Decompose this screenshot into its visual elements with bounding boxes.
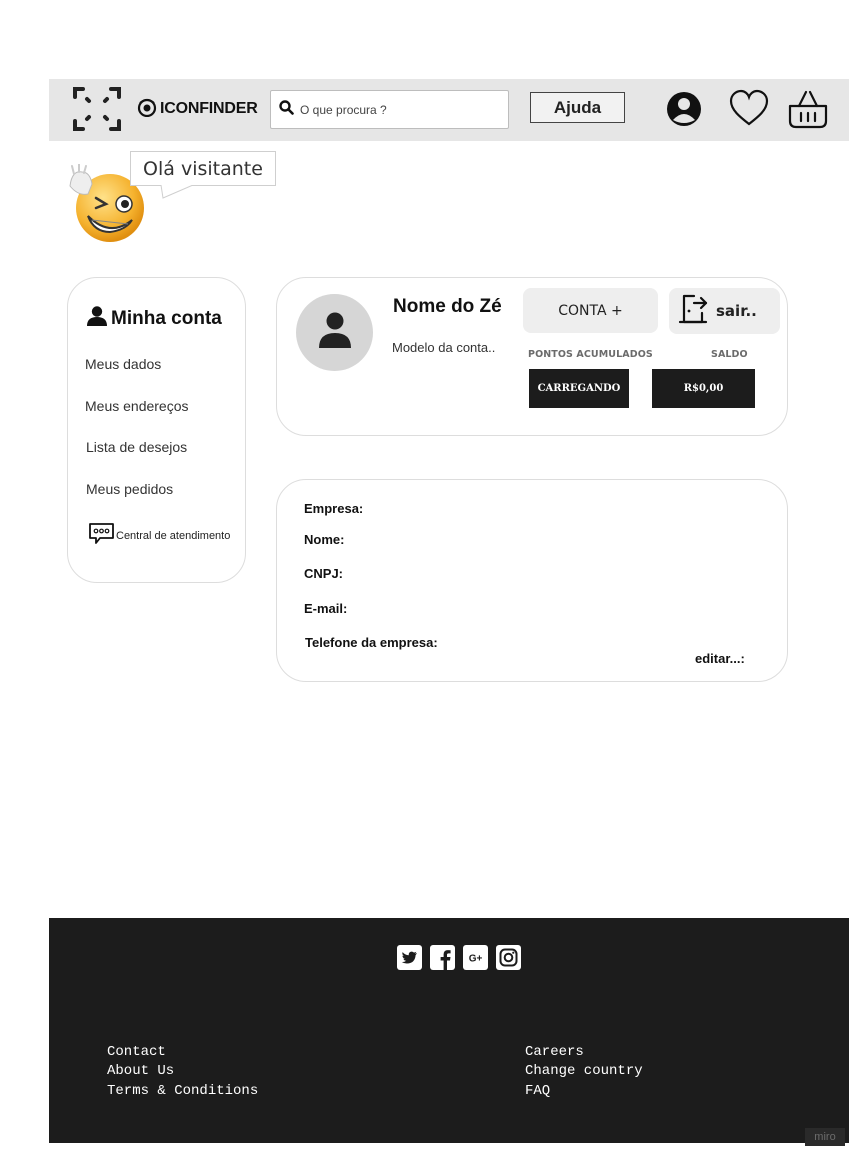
logo-text: ICONFINDER: [160, 100, 258, 117]
points-label: PONTOS ACUMULADOS: [528, 349, 653, 360]
site-footer: G+ Contact About Us Terms & Conditions C…: [49, 918, 849, 1143]
user-icon: [86, 305, 108, 333]
footer-link-faq[interactable]: FAQ: [525, 1082, 550, 1102]
search-icon: [279, 99, 294, 120]
profile-name: Nome do Zé: [393, 296, 502, 317]
edit-company-link[interactable]: editar...:: [695, 651, 745, 666]
social-links: G+: [397, 945, 521, 970]
scan-frame-icon[interactable]: [69, 82, 125, 136]
sidebar-item-lista-de-desejos[interactable]: Lista de desejos: [86, 439, 187, 455]
avatar-person-icon: [317, 310, 353, 355]
points-value: CARREGANDO: [529, 369, 629, 408]
iconfinder-logo[interactable]: ICONFINDER: [137, 98, 258, 120]
avatar: [296, 294, 373, 371]
footer-link-change-country[interactable]: Change country: [525, 1062, 643, 1082]
facebook-icon[interactable]: [430, 945, 455, 970]
user-account-icon[interactable]: [665, 90, 703, 128]
footer-link-contact[interactable]: Contact: [107, 1043, 166, 1063]
twitter-icon[interactable]: [397, 945, 422, 970]
search-input[interactable]: [300, 102, 500, 117]
heart-icon[interactable]: [728, 89, 770, 129]
footer-link-about-us[interactable]: About Us: [107, 1062, 174, 1082]
search-bar[interactable]: [270, 90, 509, 129]
sidebar-item-meus-pedidos[interactable]: Meus pedidos: [86, 481, 173, 497]
company-field-cnpj: CNPJ:: [304, 566, 344, 581]
help-button[interactable]: Ajuda: [530, 92, 625, 123]
instagram-icon[interactable]: [496, 945, 521, 970]
account-model: Modelo da conta..: [392, 340, 496, 355]
sidebar-item-central-de-atendimento[interactable]: Central de atendimento: [88, 522, 230, 549]
profile-card: Nome do Zé Modelo da conta.. CONTA + sai…: [276, 277, 788, 436]
chat-bubble-icon: [88, 522, 115, 549]
sidebar-title: Minha conta: [86, 305, 222, 333]
account-sidebar: Minha conta Meus dados Meus endereços Li…: [67, 277, 246, 583]
company-info-card: Empresa: Nome: CNPJ: E-mail: Telefone da…: [276, 479, 788, 682]
sidebar-item-meus-enderecos[interactable]: Meus endereços: [85, 398, 189, 414]
company-field-nome: Nome:: [304, 532, 345, 547]
svg-text:G+: G+: [469, 954, 483, 965]
footer-link-careers[interactable]: Careers: [525, 1043, 584, 1063]
google-plus-icon[interactable]: G+: [463, 945, 488, 970]
conta-plus-button[interactable]: CONTA +: [523, 288, 658, 333]
miro-watermark: miro: [805, 1128, 845, 1146]
basket-icon[interactable]: [786, 88, 830, 130]
company-field-empresa: Empresa:: [304, 501, 364, 516]
footer-link-terms[interactable]: Terms & Conditions: [107, 1082, 258, 1102]
logo-eye-icon: [137, 97, 157, 122]
balance-value: R$0,00: [652, 369, 755, 408]
company-field-telefone: Telefone da empresa:: [305, 635, 438, 650]
greeting-bubble: Olá visitante: [130, 151, 276, 186]
exit-door-icon: [678, 293, 710, 329]
sidebar-item-meus-dados[interactable]: Meus dados: [85, 356, 161, 372]
company-field-email: E-mail:: [304, 601, 348, 616]
balance-label: SALDO: [711, 349, 748, 360]
top-header: ICONFINDER Ajuda: [49, 79, 849, 141]
speech-bubble-tail: [160, 183, 194, 199]
logout-button[interactable]: sair..: [669, 288, 780, 334]
